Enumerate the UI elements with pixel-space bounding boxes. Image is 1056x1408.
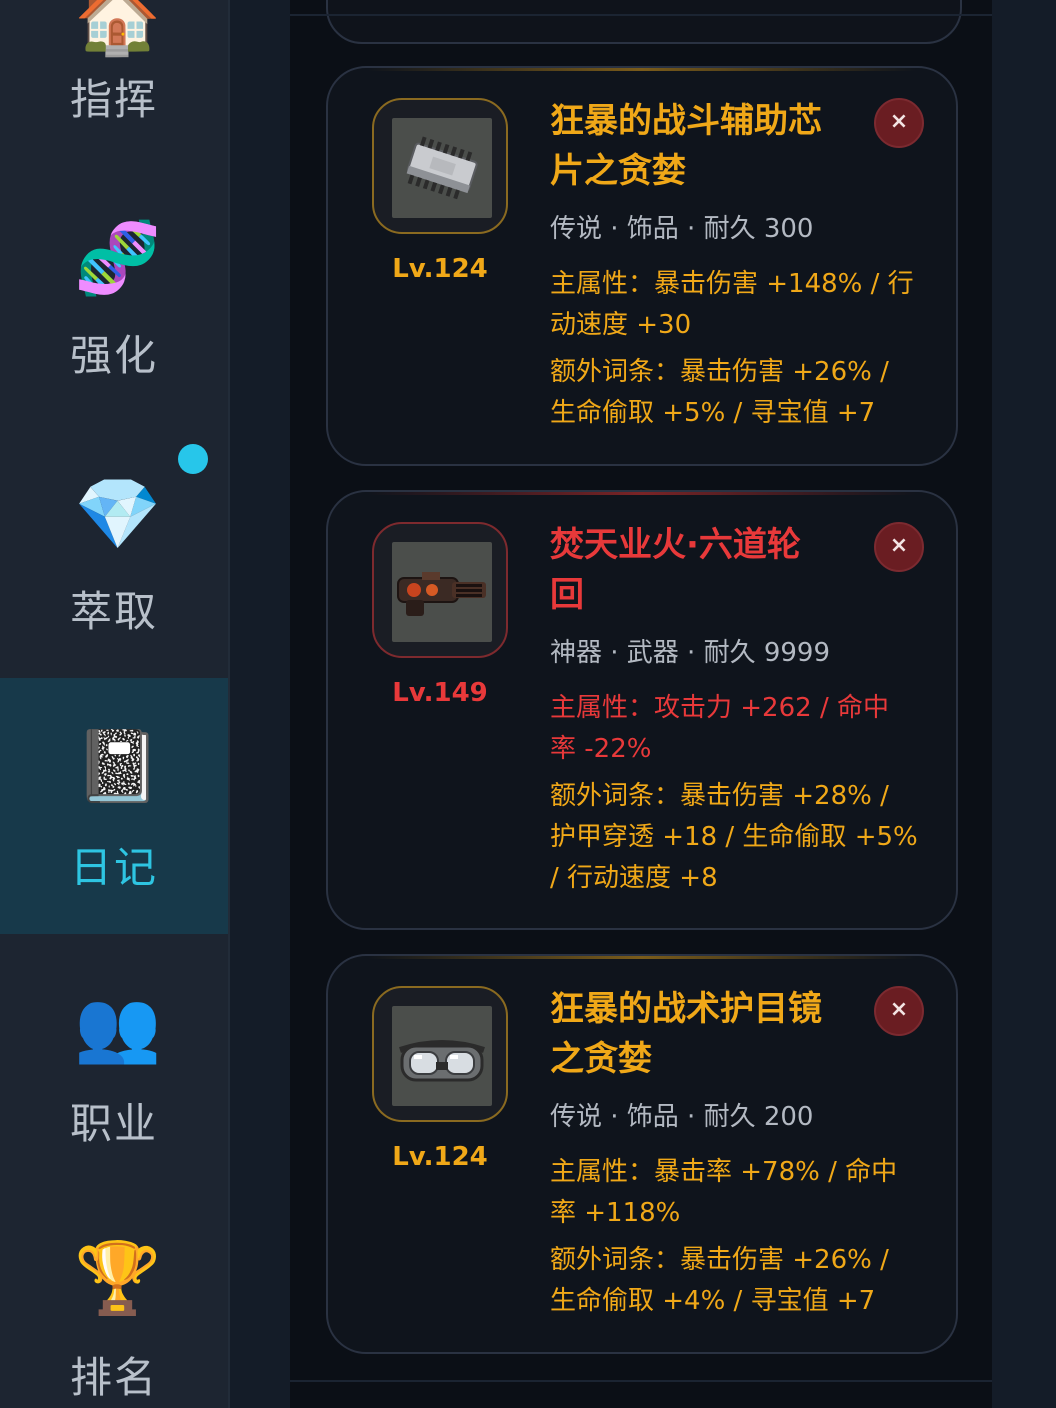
app: 🏠 指挥 🧬 强化 💎 萃取 📓 日记 👥 职业 🏆 排名 Lv.124 狂暴的… xyxy=(0,0,1056,1408)
sidebar-item-command[interactable]: 🏠 指挥 xyxy=(0,0,228,172)
card-accent xyxy=(368,492,916,495)
item-title: 焚天业火·六道轮 回 xyxy=(550,525,801,615)
main-attributes: 主属性：暴击伤害 +148% / 行 动速度 +30 xyxy=(550,269,914,340)
card-accent xyxy=(368,956,916,959)
extra-attributes: 额外词条：暴击伤害 +26% / 生命偷取 +4% / 寻宝值 +7 xyxy=(550,1245,889,1316)
item-meta: 传说 · 饰品 · 耐久 300 xyxy=(550,214,814,244)
previous-card xyxy=(326,0,962,44)
right-strip xyxy=(992,0,1056,1408)
sidebar-item-label: 日记 xyxy=(69,843,158,892)
item-level: Lv.124 xyxy=(392,254,488,284)
item-title: 狂暴的战斗辅助芯 片之贪婪 xyxy=(550,101,822,191)
sidebar-item-label: 指挥 xyxy=(69,75,158,124)
goggles-icon xyxy=(392,1006,492,1106)
item-title: 狂暴的战术护目镜 之贪婪 xyxy=(550,989,822,1079)
extra-attributes: 额外词条：暴击伤害 +28% / 护甲穿透 +18 / 生命偷取 +5% / 行… xyxy=(550,781,918,893)
sidebar-item-label: 强化 xyxy=(69,331,158,380)
item-card: Lv.149 焚天业火·六道轮 回 × 神器 · 武器 · 耐久 9999 主属… xyxy=(326,490,958,930)
people-icon: 👥 xyxy=(74,985,162,1067)
gatling-gun-icon xyxy=(392,542,492,642)
sidebar-item-label: 萃取 xyxy=(69,587,158,636)
notebook-icon: 📓 xyxy=(74,725,162,807)
sidebar-item-label: 排名 xyxy=(69,1353,158,1402)
item-card: Lv.124 狂暴的战斗辅助芯 片之贪婪 × 传说 · 饰品 · 耐久 300 … xyxy=(326,66,958,466)
gutter xyxy=(230,0,290,1408)
divider xyxy=(290,1380,992,1382)
close-button[interactable]: × xyxy=(874,522,924,572)
item-thumbnail[interactable] xyxy=(372,986,508,1122)
main-attributes: 主属性：攻击力 +262 / 命中 率 -22% xyxy=(550,693,889,764)
card-accent xyxy=(368,68,916,71)
close-button[interactable]: × xyxy=(874,986,924,1036)
item-level: Lv.149 xyxy=(392,678,488,708)
dna-icon: 🧬 xyxy=(74,217,162,299)
sidebar-item-diary[interactable]: 📓 日记 xyxy=(0,678,228,934)
item-meta: 神器 · 武器 · 耐久 9999 xyxy=(550,638,831,668)
house-icon: 🏠 xyxy=(74,0,162,59)
gem-icon: 💎 xyxy=(74,473,162,555)
extra-attributes: 额外词条：暴击伤害 +26% / 生命偷取 +5% / 寻宝值 +7 xyxy=(550,357,889,428)
item-level: Lv.124 xyxy=(392,1142,488,1172)
item-list[interactable]: Lv.124 狂暴的战斗辅助芯 片之贪婪 × 传说 · 饰品 · 耐久 300 … xyxy=(290,0,992,1408)
main-attributes: 主属性：暴击率 +78% / 命中 率 +118% xyxy=(550,1157,898,1228)
chip-icon xyxy=(392,118,492,218)
sidebar-item-enhance[interactable]: 🧬 强化 xyxy=(0,172,228,428)
notification-dot xyxy=(178,444,208,474)
sidebar-item-ranking[interactable]: 🏆 排名 xyxy=(0,1196,228,1408)
item-thumbnail[interactable] xyxy=(372,522,508,658)
item-card: Lv.124 狂暴的战术护目镜 之贪婪 × 传说 · 饰品 · 耐久 200 主… xyxy=(326,954,958,1354)
item-thumbnail[interactable] xyxy=(372,98,508,234)
close-button[interactable]: × xyxy=(874,98,924,148)
sidebar-item-label: 职业 xyxy=(69,1099,158,1148)
item-meta: 传说 · 饰品 · 耐久 200 xyxy=(550,1102,814,1132)
divider xyxy=(290,14,992,16)
sidebar-item-class[interactable]: 👥 职业 xyxy=(0,940,228,1196)
trophy-icon: 🏆 xyxy=(74,1237,162,1319)
sidebar: 🏠 指挥 🧬 强化 💎 萃取 📓 日记 👥 职业 🏆 排名 xyxy=(0,0,230,1408)
